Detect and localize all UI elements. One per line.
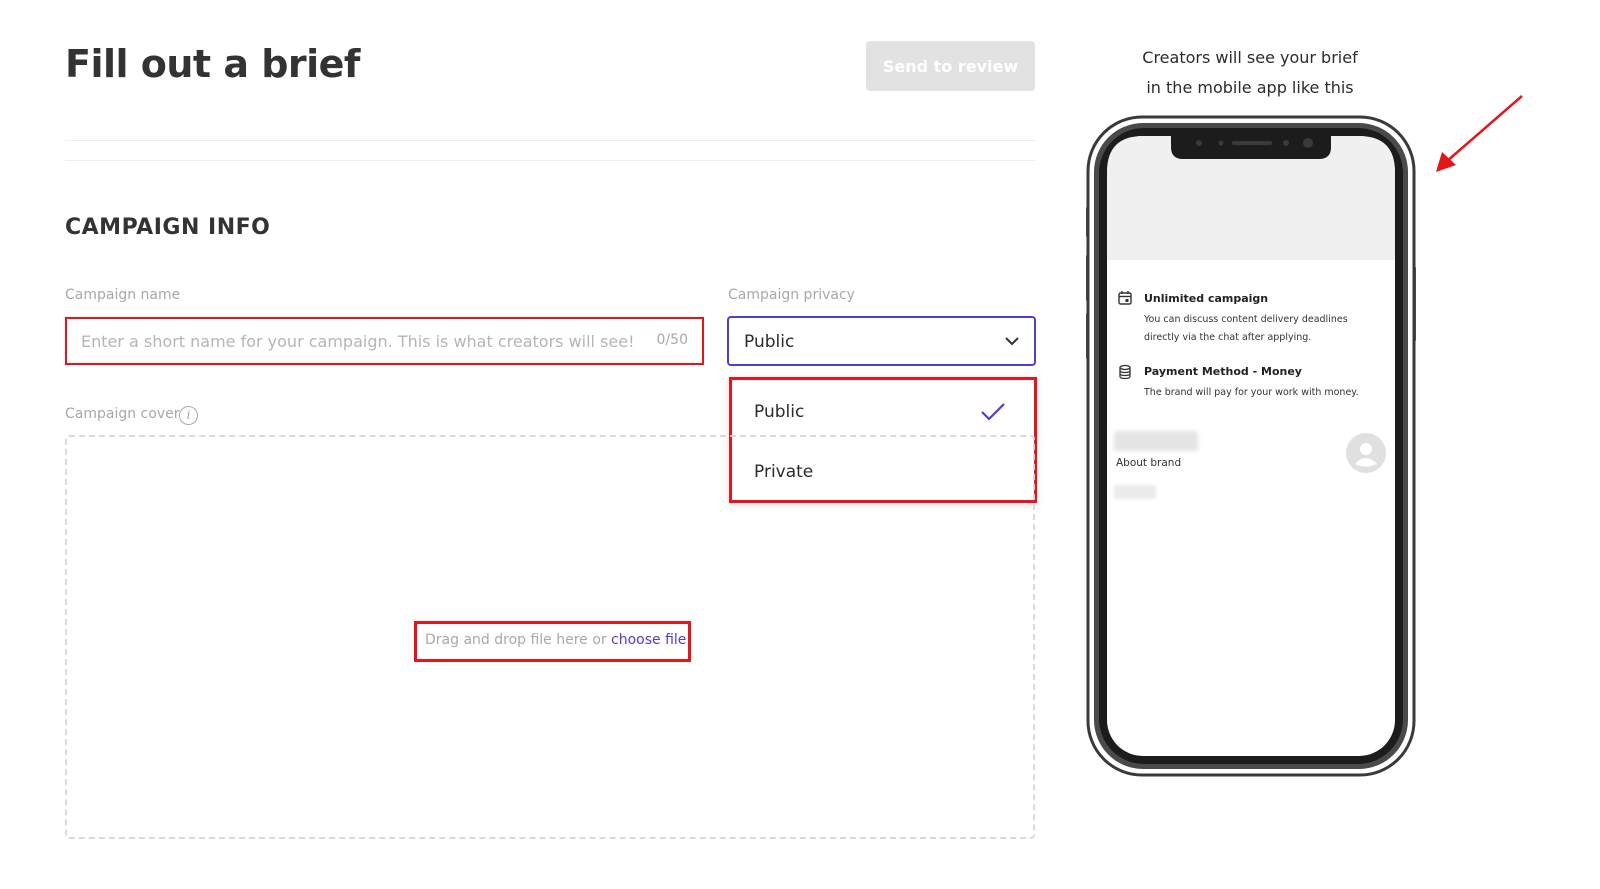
- drop-text: Drag and drop file here or: [425, 632, 607, 648]
- coins-icon: [1119, 364, 1131, 380]
- payment-method-sub: The brand will pay for your work with mo…: [1144, 387, 1359, 398]
- calendar-icon: [1118, 291, 1132, 305]
- red-arrow-icon: [1436, 95, 1523, 172]
- checkmark-icon: [981, 403, 1005, 421]
- blurred-brand-name: [1114, 431, 1198, 451]
- chevron-down-icon: [1005, 337, 1019, 346]
- page-title: Fill out a brief: [65, 42, 360, 86]
- campaign-name-field[interactable]: 0/50: [65, 317, 704, 365]
- campaign-name-label: Campaign name: [65, 287, 181, 303]
- char-counter: 0/50: [656, 332, 688, 348]
- campaign-cover-label: Campaign cover: [65, 406, 180, 422]
- unlimited-campaign-title: Unlimited campaign: [1144, 292, 1269, 305]
- about-brand-label: About brand: [1116, 457, 1182, 469]
- campaign-name-input[interactable]: [81, 329, 641, 353]
- option-public[interactable]: Public: [754, 402, 804, 422]
- unlimited-campaign-sub-2: directly via the chat after applying.: [1144, 332, 1312, 343]
- unlimited-campaign-sub-1: You can discuss content delivery deadlin…: [1144, 314, 1348, 325]
- info-icon[interactable]: i: [179, 406, 198, 425]
- campaign-privacy-select[interactable]: Public: [727, 316, 1036, 366]
- divider: [65, 160, 1035, 161]
- divider: [65, 140, 1035, 141]
- blurred-brand-text: [1114, 485, 1156, 499]
- upload-prompt: Drag and drop file here or choose file: [414, 621, 691, 662]
- send-to-review-button[interactable]: Send to review: [866, 41, 1035, 91]
- caption-line-1: Creators will see your brief: [1142, 48, 1358, 67]
- payment-method-title: Payment Method - Money: [1144, 365, 1302, 378]
- preview-caption: Creators will see your brief in the mobi…: [1100, 43, 1400, 103]
- section-title: CAMPAIGN INFO: [65, 215, 271, 240]
- choose-file-link[interactable]: choose file: [611, 632, 686, 648]
- selected-value: Public: [744, 332, 795, 352]
- campaign-privacy-label: Campaign privacy: [728, 287, 855, 303]
- caption-line-2: in the mobile app like this: [1146, 78, 1354, 97]
- user-avatar-icon: [1346, 433, 1386, 473]
